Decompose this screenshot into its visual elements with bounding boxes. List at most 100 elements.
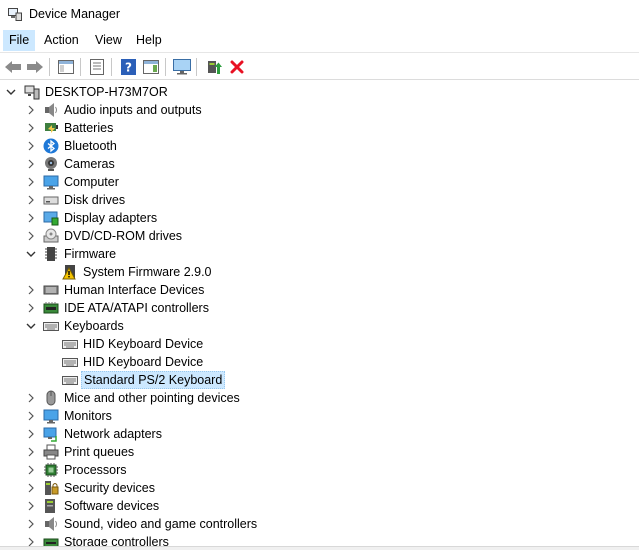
mouse-icon (46, 390, 56, 406)
monitor-scan-icon (173, 59, 191, 75)
tree-category-label: Batteries (64, 121, 114, 135)
chevron-right-icon[interactable] (24, 479, 38, 497)
menu-file[interactable]: File (3, 30, 36, 51)
tree-category-label: Keyboards (64, 319, 124, 333)
tree-category-label: Audio inputs and outputs (64, 103, 202, 117)
properties-icon (90, 59, 104, 75)
chevron-right-icon[interactable] (24, 137, 38, 155)
update-driver-button[interactable] (203, 56, 225, 78)
tree-category-label: Disk drives (64, 193, 126, 207)
console-tree-icon (58, 60, 74, 74)
chevron-right-icon[interactable] (24, 389, 38, 407)
security-icon (45, 481, 59, 495)
tree-category-label: DVD/CD-ROM drives (64, 229, 183, 243)
update-driver-icon (208, 61, 222, 74)
forward-arrow-icon (27, 61, 43, 73)
tree-device-label: HID Keyboard Device (83, 355, 204, 369)
warning-icon (62, 265, 76, 280)
chevron-down-icon[interactable] (24, 245, 38, 263)
toolbar-separator (80, 58, 81, 76)
tree-device-label: HID Keyboard Device (83, 337, 204, 351)
tree-category-label: Display adapters (64, 211, 158, 225)
menu-help[interactable]: Help (130, 30, 168, 51)
bluetooth-icon (43, 138, 59, 154)
toolbar-separator (165, 58, 166, 76)
tree-category-label: Network adapters (64, 427, 162, 441)
chevron-right-icon[interactable] (24, 443, 38, 461)
chevron-right-icon[interactable] (24, 407, 38, 425)
keyboard-icon (62, 358, 78, 367)
chevron-right-icon[interactable] (24, 515, 38, 533)
chevron-down-icon[interactable] (24, 317, 38, 335)
hid-icon (43, 285, 59, 295)
toolbar-separator (196, 58, 197, 76)
horizontal-scrollbar[interactable] (0, 546, 639, 550)
scan-hardware-button[interactable] (171, 56, 193, 78)
tree-category-label: Cameras (64, 157, 115, 171)
keyboard-icon (62, 376, 78, 385)
camera-icon (45, 157, 57, 171)
uninstall-x-icon (230, 60, 244, 74)
chevron-right-icon[interactable] (24, 155, 38, 173)
action-pane-icon (143, 60, 159, 74)
help-button[interactable]: ? (117, 56, 139, 78)
device-tree: DESKTOP-H73M7OR Audio inputs and outputs… (0, 83, 639, 550)
display-adapter-icon (43, 211, 59, 226)
printer-icon (43, 444, 59, 460)
tree-category-label: Sound, video and game controllers (64, 517, 258, 531)
firmware-icon (45, 247, 57, 261)
window-title: Device Manager (29, 7, 121, 21)
chevron-right-icon[interactable] (24, 461, 38, 479)
toolbar-separator (49, 58, 50, 76)
chevron-right-icon[interactable] (24, 299, 38, 317)
uninstall-device-button[interactable] (226, 56, 248, 78)
help-icon: ? (120, 59, 136, 75)
tree-category-label: Firmware (64, 247, 117, 261)
tree-device-label: Standard PS/2 Keyboard (81, 371, 226, 389)
menu-bar: File Action View Help (0, 30, 639, 51)
monitor-icon (43, 409, 59, 424)
disk-drive-icon (43, 196, 59, 205)
ide-icon (43, 302, 59, 314)
tree-root-label: DESKTOP-H73M7OR (45, 85, 168, 99)
chevron-right-icon[interactable] (24, 173, 38, 191)
chevron-right-icon[interactable] (24, 227, 38, 245)
tree-category-label: Monitors (64, 409, 112, 423)
toolbar: ? (0, 52, 639, 80)
tree-category-label: IDE ATA/ATAPI controllers (64, 301, 209, 315)
tree-category-label: Print queues (64, 445, 135, 459)
chevron-right-icon[interactable] (24, 497, 38, 515)
tree-category-label: Processors (64, 463, 127, 477)
keyboard-icon (62, 340, 78, 349)
sound-icon (45, 517, 57, 531)
back-button[interactable] (2, 56, 24, 78)
chevron-down-icon[interactable] (4, 83, 18, 101)
tree-category-label: Computer (64, 175, 119, 189)
menu-action[interactable]: Action (38, 30, 85, 51)
menu-view[interactable]: View (89, 30, 128, 51)
chevron-right-icon[interactable] (24, 425, 38, 443)
tree-category-label: Software devices (64, 499, 160, 513)
svg-text:?: ? (125, 61, 132, 75)
tree-category-label: Human Interface Devices (64, 283, 205, 297)
chevron-right-icon[interactable] (24, 119, 38, 137)
computer-root-icon (24, 85, 40, 100)
chevron-right-icon[interactable] (24, 101, 38, 119)
chevron-right-icon[interactable] (24, 209, 38, 227)
speaker-icon (45, 103, 57, 117)
chevron-right-icon[interactable] (24, 281, 38, 299)
processor-icon (44, 463, 58, 477)
tree-category-label: Bluetooth (64, 139, 117, 153)
device-manager-icon (8, 8, 22, 21)
back-arrow-icon (5, 61, 21, 73)
show-hide-tree-button[interactable] (55, 56, 77, 78)
keyboard-icon (43, 322, 59, 331)
forward-button[interactable] (24, 56, 46, 78)
action-pane-button[interactable] (140, 56, 162, 78)
dvd-icon (43, 228, 59, 243)
title-bar: Device Manager (0, 0, 639, 30)
properties-button[interactable] (86, 56, 108, 78)
chevron-right-icon[interactable] (24, 191, 38, 209)
battery-icon (45, 123, 58, 133)
tree-device-label: System Firmware 2.9.0 (83, 265, 212, 279)
